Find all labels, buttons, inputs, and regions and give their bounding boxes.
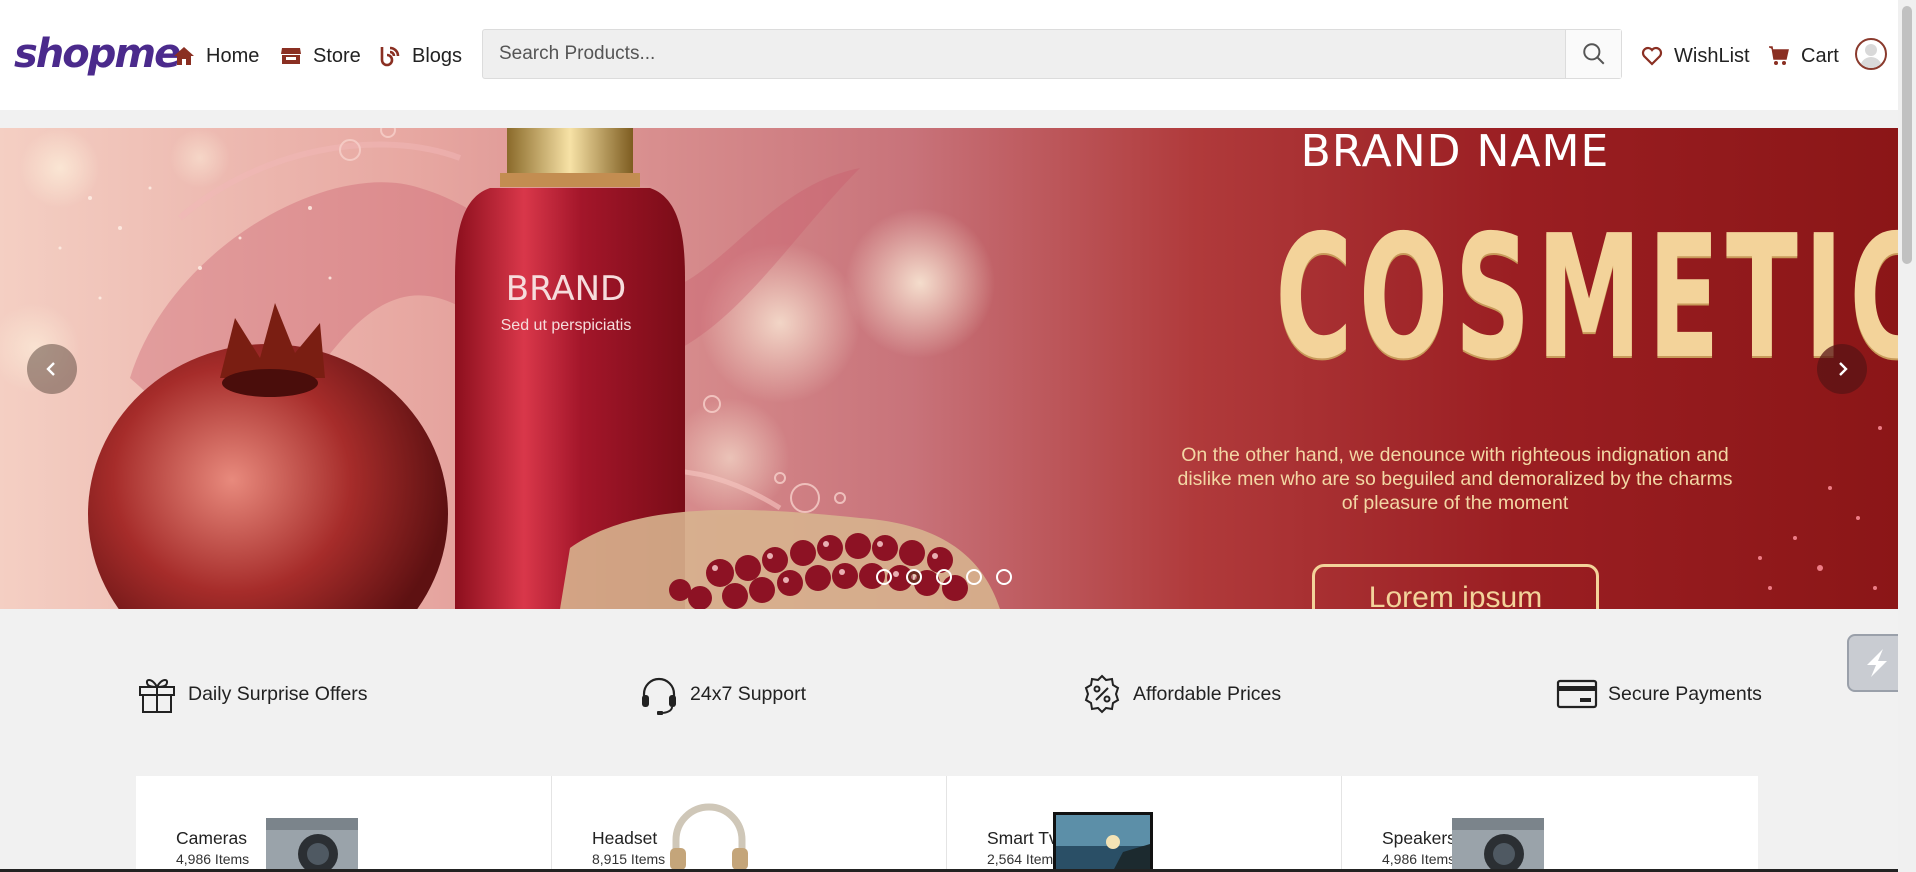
search-button[interactable] <box>1565 30 1621 78</box>
category-smart-tvs[interactable]: Smart Tvs 2,564 Items <box>947 776 1342 872</box>
user-avatar[interactable] <box>1855 38 1887 70</box>
carousel-dot-active[interactable] <box>906 569 922 585</box>
service-label: Secure Payments <box>1608 682 1762 705</box>
nav-blogs-label: Blogs <box>412 44 463 67</box>
carousel-next-button[interactable] <box>1817 344 1867 394</box>
store-icon <box>281 48 301 64</box>
headset-image <box>670 803 748 870</box>
wishlist-label: WishList <box>1674 44 1750 67</box>
gift-icon <box>139 679 175 713</box>
chevron-right-icon <box>1839 362 1848 376</box>
category-count: 2,564 Items <box>987 851 1061 867</box>
bottle-brand: BRAND <box>506 269 626 309</box>
nav-store[interactable]: Store <box>279 38 361 74</box>
credit-card-icon <box>1556 679 1598 709</box>
nav-home-label: Home <box>206 44 260 67</box>
service-daily-offers: Daily Surprise Offers <box>136 672 368 716</box>
category-speakers[interactable]: Speakers 4,986 Items <box>1342 776 1737 872</box>
carousel-dot[interactable] <box>936 569 952 585</box>
shopme-logo[interactable]: shopme <box>14 26 181 82</box>
hero-banner: BRAND Sed ut perspiciatis BRAND NAME COS… <box>0 128 1898 609</box>
search-bar <box>482 29 1622 79</box>
service-affordable: Affordable Prices <box>1081 672 1281 716</box>
heart-icon <box>1641 46 1663 66</box>
service-label: Affordable Prices <box>1133 682 1282 705</box>
category-count: 4,986 Items <box>176 851 250 867</box>
vertical-scrollbar[interactable] <box>1898 0 1916 872</box>
nav-cart[interactable]: Cart <box>1767 38 1839 74</box>
bottle-tagline: Sed ut perspiciatis <box>501 317 632 334</box>
scrollbar-thumb[interactable] <box>1902 6 1912 264</box>
nav-home[interactable]: Home <box>172 38 259 74</box>
search-icon <box>1582 43 1604 65</box>
site-header: shopme Home Store Blogs WishList Cart <box>0 0 1898 110</box>
banner-cta-button[interactable]: Lorem ipsum <box>1312 564 1599 609</box>
category-count: 8,915 Items <box>592 851 666 867</box>
nav-store-label: Store <box>313 44 361 67</box>
headset-icon <box>642 677 676 715</box>
service-label: Daily Surprise Offers <box>188 682 368 705</box>
home-icon <box>174 47 194 65</box>
category-name: Cameras <box>176 828 247 848</box>
blog-icon <box>380 46 400 67</box>
category-cameras[interactable]: Cameras 4,986 Items <box>136 776 552 872</box>
service-label: 24x7 Support <box>690 682 807 705</box>
banner-description: On the other hand, we denounce with righ… <box>1177 444 1733 514</box>
carousel-prev-button[interactable] <box>27 344 77 394</box>
user-icon <box>1860 44 1882 68</box>
category-headset[interactable]: Headset 8,915 Items <box>552 776 947 872</box>
banner-headline: COSMETIC <box>1275 199 1898 397</box>
carousel-dot[interactable] <box>966 569 982 585</box>
category-strip: Cameras 4,986 Items Headset 8,915 Items … <box>136 776 1758 872</box>
lightning-icon <box>1867 649 1887 677</box>
cart-icon <box>1769 46 1789 65</box>
speaker-image <box>1452 818 1544 872</box>
nav-blogs[interactable]: Blogs <box>378 38 462 74</box>
category-name: Headset <box>592 828 658 848</box>
category-name: Speakers <box>1382 828 1456 848</box>
chevron-left-icon <box>46 362 55 376</box>
search-input[interactable] <box>483 30 1565 78</box>
nav-wishlist[interactable]: WishList <box>1640 38 1750 74</box>
carousel-dot[interactable] <box>876 569 892 585</box>
carousel-dot[interactable] <box>996 569 1012 585</box>
cart-label: Cart <box>1801 44 1839 67</box>
carousel-indicators <box>876 569 1012 585</box>
category-count: 4,986 Items <box>1382 851 1456 867</box>
service-support: 24x7 Support <box>638 672 806 716</box>
camera-image <box>266 818 358 872</box>
tv-image <box>1053 812 1153 872</box>
discount-badge-icon <box>1084 674 1120 714</box>
service-secure-payments: Secure Payments <box>1556 672 1762 716</box>
banner-brand-name: BRAND NAME <box>1300 128 1610 177</box>
